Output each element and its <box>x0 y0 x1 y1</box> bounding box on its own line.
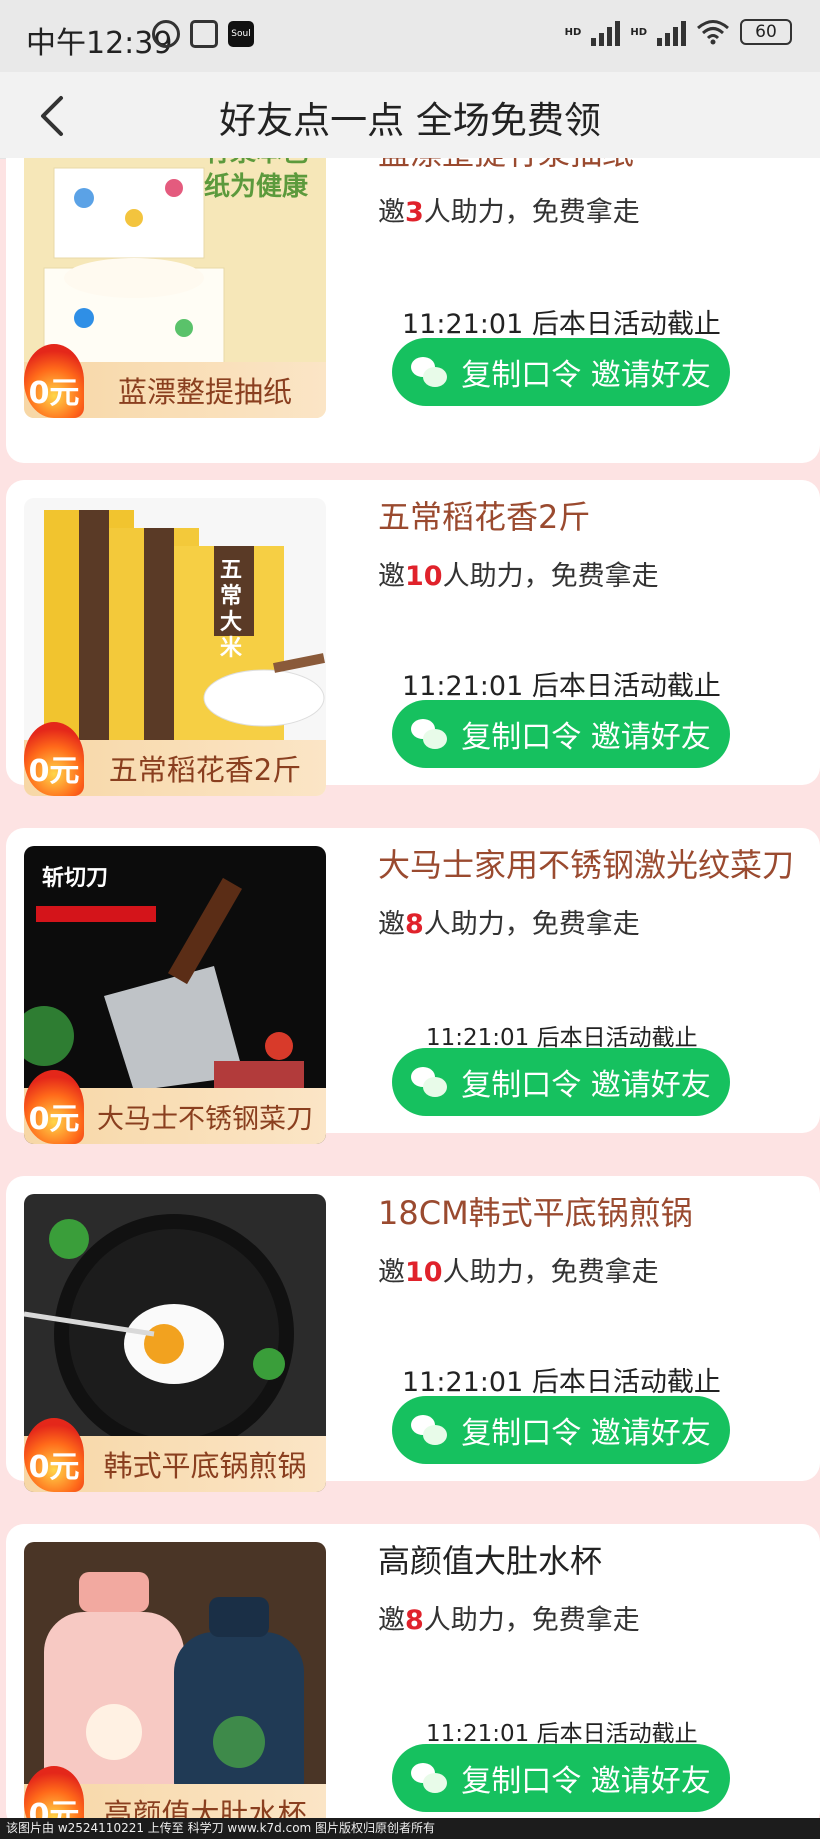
deadline-text: 11:21:01 后本日活动截止 <box>402 1367 721 1398</box>
button-label: 复制口令 邀请好友 <box>461 358 711 393</box>
status-right-icons: HD HD 60 <box>565 18 792 46</box>
invite-requirement: 邀10人助力，免费拿走 <box>378 554 659 593</box>
invite-count: 8 <box>405 909 424 940</box>
product-name: 五常稻花香2斤 <box>378 498 591 536</box>
product-card: 竹浆本色 纸为健康 0元 蓝漂整提抽纸 蓝漂整提竹浆抽纸 邀3人助力，免费拿走 … <box>6 158 820 463</box>
invite-count: 3 <box>405 197 424 228</box>
deadline-text: 11:21:01 后本日活动截止 <box>426 1721 698 1747</box>
invite-requirement: 邀10人助力，免费拿走 <box>378 1250 659 1289</box>
deadline-text: 11:21:01 后本日活动截止 <box>402 309 721 340</box>
watermark-footer: 该图片由 w2524110221 上传至 科学刀 www.k7d.com 图片版… <box>0 1818 820 1839</box>
invite-prefix: 邀 <box>378 1257 405 1288</box>
copy-code-invite-button[interactable]: 复制口令 邀请好友 <box>392 1744 730 1812</box>
product-card: 斩切刀 0元 大马士不锈钢菜刀 大马士家用不锈钢激光纹菜刀 邀8人助力，免费拿走… <box>6 828 820 1144</box>
product-name: 高颜值大肚水杯 <box>378 1542 603 1580</box>
wechat-icon <box>411 1415 448 1445</box>
deadline-text: 11:21:01 后本日活动截止 <box>426 1025 698 1051</box>
product-info: 高颜值大肚水杯 邀8人助力，免费拿走 11:21:01 后本日活动截止 复制口令… <box>378 1524 810 1818</box>
invite-count: 10 <box>405 1257 443 1288</box>
signal-icon-2 <box>657 18 686 46</box>
invite-requirement: 邀3人助力，免费拿走 <box>378 190 640 229</box>
alarm-icon <box>152 20 180 48</box>
invite-suffix: 人助力，免费拿走 <box>423 1605 640 1636</box>
art-caption: 五常大米 <box>220 558 243 661</box>
invite-count: 10 <box>405 561 443 592</box>
invite-prefix: 邀 <box>378 561 405 592</box>
wechat-icon <box>411 1067 448 1097</box>
button-label: 复制口令 邀请好友 <box>461 1068 711 1103</box>
promo-banner: 0元 蓝漂整提抽纸 <box>24 344 326 418</box>
copy-code-invite-button[interactable]: 复制口令 邀请好友 <box>392 700 730 768</box>
button-label: 复制口令 邀请好友 <box>461 1764 711 1799</box>
product-info: 五常稻花香2斤 邀10人助力，免费拿走 11:21:01 后本日活动截止 复制口… <box>378 480 810 785</box>
nfc-icon <box>190 20 218 48</box>
product-card: 五常大米 0元 五常稻花香2斤 五常稻花香2斤 邀10人助力，免费拿走 11:2… <box>6 480 820 796</box>
button-label: 复制口令 邀请好友 <box>461 720 711 755</box>
product-info: 大马士家用不锈钢激光纹菜刀 邀8人助力，免费拿走 11:21:01 后本日活动截… <box>378 828 810 1133</box>
banner-text: 五常稻花香2斤 <box>108 753 302 787</box>
wechat-icon <box>411 1763 448 1793</box>
invite-prefix: 邀 <box>378 1605 405 1636</box>
banner-text: 大马士不锈钢菜刀 <box>97 1103 313 1135</box>
product-thumbnail[interactable]: 0元 高颜值大肚水杯 <box>24 1542 326 1818</box>
product-card: 0元 韩式平底锅煎锅 18CM韩式平底锅煎锅 邀10人助力，免费拿走 11:21… <box>6 1176 820 1492</box>
soul-app-icon: Soul <box>228 21 254 47</box>
product-name: 大马士家用不锈钢激光纹菜刀 <box>378 846 795 884</box>
status-left-icons: Soul <box>152 20 254 48</box>
copy-code-invite-button[interactable]: 复制口令 邀请好友 <box>392 1396 730 1464</box>
fire-badge-icon: 0元 <box>24 1418 84 1492</box>
invite-prefix: 邀 <box>378 909 405 940</box>
fire-badge-icon: 0元 <box>24 344 84 418</box>
copy-code-invite-button[interactable]: 复制口令 邀请好友 <box>392 338 730 406</box>
battery-icon: 60 <box>740 19 792 45</box>
wifi-icon <box>697 20 729 45</box>
invite-suffix: 人助力，免费拿走 <box>423 909 640 940</box>
product-thumbnail[interactable]: 竹浆本色 纸为健康 0元 蓝漂整提抽纸 <box>24 158 326 418</box>
product-list: 竹浆本色 纸为健康 0元 蓝漂整提抽纸 蓝漂整提竹浆抽纸 邀3人助力，免费拿走 … <box>0 158 820 1818</box>
wechat-icon <box>411 357 448 387</box>
product-thumbnail[interactable]: 0元 韩式平底锅煎锅 <box>24 1194 326 1492</box>
button-label: 复制口令 邀请好友 <box>461 1416 711 1451</box>
nav-bar: 好友点一点 全场免费领 <box>0 72 820 158</box>
invite-requirement: 邀8人助力，免费拿走 <box>378 1598 640 1637</box>
promo-banner: 0元 大马士不锈钢菜刀 <box>24 1070 326 1144</box>
product-thumbnail[interactable]: 斩切刀 0元 大马士不锈钢菜刀 <box>24 846 326 1144</box>
promo-banner: 0元 韩式平底锅煎锅 <box>24 1418 326 1492</box>
product-info: 蓝漂整提竹浆抽纸 邀3人助力，免费拿走 11:21:01 后本日活动截止 复制口… <box>378 158 810 463</box>
fire-badge-icon: 0元 <box>24 722 84 796</box>
invite-count: 8 <box>405 1605 424 1636</box>
invite-suffix: 人助力，免费拿走 <box>423 197 640 228</box>
network-hd-label-2: HD <box>630 26 647 38</box>
banner-text: 高颜值大肚水杯 <box>103 1797 307 1818</box>
copy-code-invite-button[interactable]: 复制口令 邀请好友 <box>392 1048 730 1116</box>
product-info: 18CM韩式平底锅煎锅 邀10人助力，免费拿走 11:21:01 后本日活动截止… <box>378 1176 810 1481</box>
promo-banner: 0元 五常稻花香2斤 <box>24 722 326 796</box>
art-caption: 竹浆本色 纸为健康 <box>203 158 308 202</box>
banner-text: 韩式平底锅煎锅 <box>103 1449 307 1483</box>
deadline-text: 11:21:01 后本日活动截止 <box>402 671 721 702</box>
product-thumbnail[interactable]: 五常大米 0元 五常稻花香2斤 <box>24 498 326 796</box>
banner-text: 蓝漂整提抽纸 <box>117 375 292 409</box>
wechat-icon <box>411 719 448 749</box>
product-name: 蓝漂整提竹浆抽纸 <box>378 158 634 174</box>
signal-icon-1 <box>591 18 621 46</box>
invite-requirement: 邀8人助力，免费拿走 <box>378 902 640 941</box>
product-card: 0元 高颜值大肚水杯 高颜值大肚水杯 邀8人助力，免费拿走 11:21:01 后… <box>6 1524 820 1818</box>
product-name: 18CM韩式平底锅煎锅 <box>378 1194 693 1232</box>
invite-suffix: 人助力，免费拿走 <box>442 1257 659 1288</box>
status-bar: 中午12:39 Soul HD HD 60 <box>0 0 820 72</box>
fire-badge-icon: 0元 <box>24 1070 84 1144</box>
status-time: 中午12:39 <box>26 26 173 61</box>
invite-prefix: 邀 <box>378 197 405 228</box>
invite-suffix: 人助力，免费拿走 <box>442 561 659 592</box>
promo-banner: 0元 高颜值大肚水杯 <box>24 1766 326 1818</box>
page-title: 好友点一点 全场免费领 <box>219 99 601 142</box>
network-hd-label-1: HD <box>564 26 582 38</box>
art-caption: 斩切刀 <box>42 866 109 891</box>
